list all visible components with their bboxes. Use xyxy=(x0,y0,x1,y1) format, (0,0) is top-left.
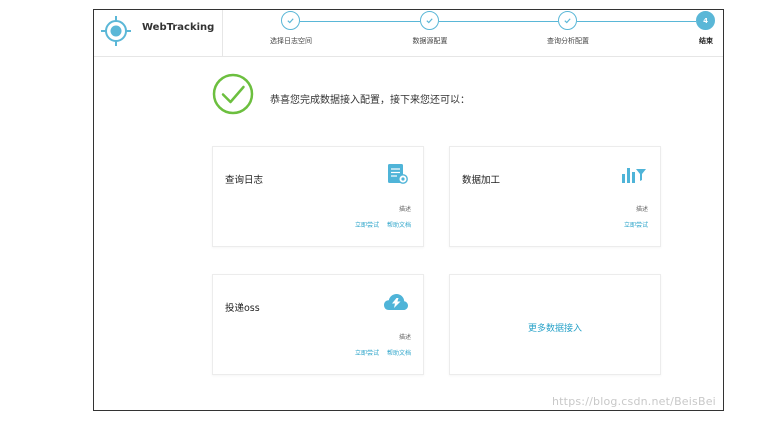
step-2-label: 数据源配置 xyxy=(412,37,448,45)
card-query-logs[interactable]: 查询日志 描述 立即尝试 帮助文档 xyxy=(212,146,424,247)
cloud-upload-icon xyxy=(384,294,408,310)
step-3-circle[interactable] xyxy=(558,11,577,30)
help-doc-link[interactable]: 帮助文档 xyxy=(387,220,411,229)
step-connector xyxy=(439,21,558,22)
step-4-circle[interactable]: 4 xyxy=(696,11,715,30)
bar-chart-filter-icon xyxy=(622,168,646,183)
try-now-link[interactable]: 立即尝试 xyxy=(355,220,379,229)
check-icon xyxy=(287,18,294,24)
brand: WebTracking xyxy=(94,10,223,56)
check-icon xyxy=(426,18,433,24)
step-3-label: 查询分析配置 xyxy=(547,37,589,45)
step-1-circle[interactable] xyxy=(281,11,300,30)
card-title: 数据加工 xyxy=(462,175,501,186)
more-data-sources-link[interactable]: 更多数据接入 xyxy=(450,321,660,334)
card-links: 立即尝试 xyxy=(624,220,648,229)
step-2-circle[interactable] xyxy=(420,11,439,30)
try-now-link[interactable]: 立即尝试 xyxy=(624,220,648,229)
card-description: 描述 xyxy=(398,334,411,341)
card-description: 描述 xyxy=(635,206,648,213)
app-frame: WebTracking 4 选择日志空间 数据源配置 查询分析配置 结束 恭喜您… xyxy=(93,9,724,411)
crosshair-logo-icon xyxy=(101,16,131,46)
success-check-icon xyxy=(212,73,254,115)
help-doc-link[interactable]: 帮助文档 xyxy=(387,348,411,357)
log-search-icon xyxy=(388,164,408,184)
card-data-processing[interactable]: 数据加工 描述 立即尝试 xyxy=(449,146,661,247)
check-icon xyxy=(564,18,571,24)
step-4-label: 结束 xyxy=(699,37,713,45)
try-now-link[interactable]: 立即尝试 xyxy=(355,348,379,357)
brand-name: WebTracking xyxy=(142,22,215,33)
card-description: 描述 xyxy=(398,206,411,213)
step-number: 4 xyxy=(703,16,708,25)
watermark: https://blog.csdn.net/BeisBei xyxy=(552,395,716,408)
card-links: 立即尝试 帮助文档 xyxy=(355,348,411,357)
card-more-data-sources[interactable]: 更多数据接入 xyxy=(449,274,661,375)
card-links: 立即尝试 帮助文档 xyxy=(355,220,411,229)
step-connector xyxy=(577,21,696,22)
success-message: 恭喜您完成数据接入配置，接下来您还可以： xyxy=(270,95,470,106)
card-title: 投递oss xyxy=(225,303,260,314)
step-connector xyxy=(300,21,420,22)
wizard-header: WebTracking 4 选择日志空间 数据源配置 查询分析配置 结束 xyxy=(94,10,723,57)
card-deliver-oss[interactable]: 投递oss 描述 立即尝试 帮助文档 xyxy=(212,274,424,375)
step-1-label: 选择日志空间 xyxy=(270,37,312,45)
card-title: 查询日志 xyxy=(225,175,264,186)
